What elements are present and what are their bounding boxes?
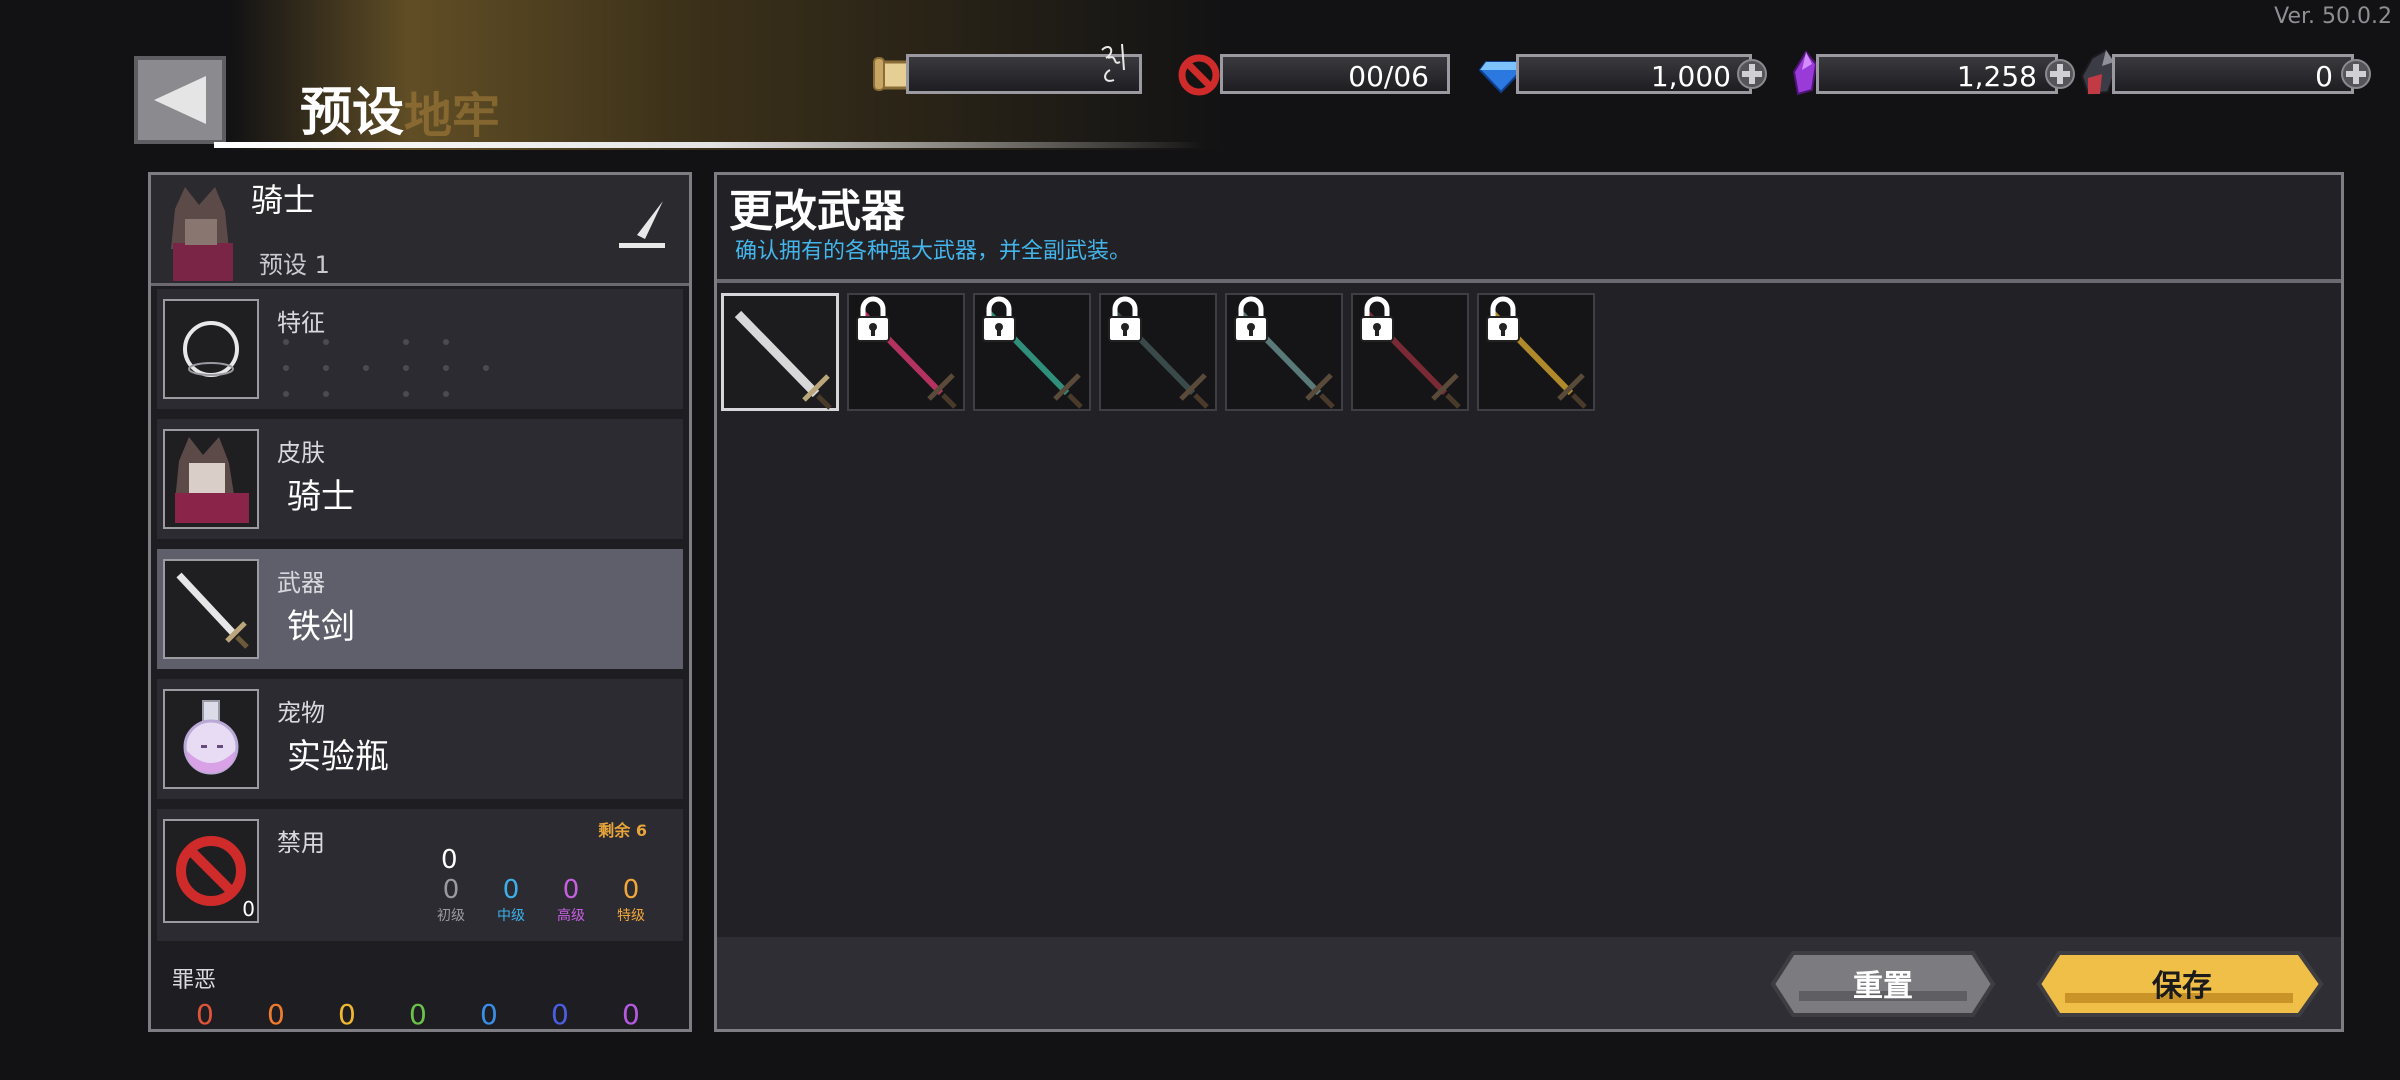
pet-slot-icon — [163, 689, 259, 789]
weapon-value: 铁剑 — [287, 607, 355, 647]
sin-value: 0 — [338, 998, 356, 1031]
ban-tier-high: 0 高级 — [557, 875, 585, 924]
weapon-slot-blood-sword[interactable] — [1351, 293, 1469, 411]
ban-icon — [1178, 54, 1220, 96]
panel-title: 更改武器 — [729, 186, 905, 237]
lock-icon — [1486, 296, 1520, 342]
trait-label: 特征 — [277, 309, 325, 337]
sin-value: 0 — [267, 998, 285, 1031]
preset-panel: 骑士 预设 1 特征 皮肤 骑士 武器 铁剑 宠物 实验瓶 0 禁用 剩余 6 … — [148, 172, 692, 1032]
lock-icon — [1234, 296, 1268, 342]
lock-icon — [856, 296, 890, 342]
weapon-slot-icon — [163, 559, 259, 659]
flask-pet-icon — [183, 700, 239, 775]
skin-row[interactable]: 皮肤 骑士 — [157, 419, 683, 539]
save-label: 保存 — [2152, 969, 2212, 1004]
version-label: Ver. 50.0.2 — [2274, 4, 2392, 29]
plus-icon — [2341, 59, 2371, 89]
currency-purple-value: 1,258 — [1956, 60, 2037, 93]
currency-scroll — [872, 43, 1152, 94]
header-underline — [214, 142, 1204, 148]
currency-dark-value: 0 — [2315, 60, 2333, 93]
sin-value: 0 — [622, 998, 640, 1031]
add-diamond-button[interactable] — [1736, 58, 1768, 90]
weapon-slot-iron-sword[interactable] — [721, 293, 839, 411]
ban-badge: 0 — [242, 897, 255, 921]
ban-tier-basic: 0 初级 — [437, 875, 465, 924]
currency-purple-bar: 1,258 — [1816, 54, 2058, 94]
add-purple-crystal-button[interactable] — [2044, 58, 2076, 90]
weapon-slot-crimson-blade[interactable] — [847, 293, 965, 411]
pet-label: 宠物 — [277, 699, 325, 727]
ban-tier-mid: 0 中级 — [497, 875, 525, 924]
lock-icon — [1108, 296, 1142, 342]
trait-row[interactable]: 特征 — [157, 289, 683, 409]
weapon-slot-jade-blade[interactable] — [973, 293, 1091, 411]
trait-slot-icon — [163, 299, 259, 399]
ban-tier-special: 0 特级 — [617, 875, 645, 924]
panel-divider — [717, 279, 2341, 283]
currency-diamond-bar: 1,000 — [1516, 54, 1752, 94]
currency-diamond: 1,000 — [1478, 54, 1770, 94]
knight-portrait-icon — [171, 187, 233, 281]
skin-label: 皮肤 — [277, 439, 325, 467]
lock-icon — [1360, 296, 1394, 342]
header-ghost-title: 地牢 — [404, 88, 501, 144]
weapon-label: 武器 — [277, 569, 325, 597]
skin-value: 骑士 — [287, 477, 355, 517]
weapon-slot-dark-spear[interactable] — [1099, 293, 1217, 411]
character-name: 骑士 — [251, 181, 316, 219]
page-title: 预设 — [300, 83, 405, 143]
weapon-slot-serrated-blade[interactable] — [1225, 293, 1343, 411]
weapon-row[interactable]: 武器 铁剑 — [157, 549, 683, 669]
skin-slot-icon — [163, 429, 259, 529]
sin-value: 0 — [409, 998, 427, 1031]
currency-dark: 0 — [2078, 48, 2372, 96]
empty-trait-icon — [183, 321, 239, 377]
iron-sword-icon — [176, 572, 249, 649]
ban-slot-icon: 0 — [163, 819, 259, 923]
weapon-slot-golden-blade[interactable] — [1477, 293, 1595, 411]
character-header: 骑士 预设 1 — [151, 175, 689, 286]
pet-row[interactable]: 宠物 实验瓶 — [157, 679, 683, 799]
ban-remaining: 剩余 6 — [598, 821, 647, 840]
scribble-mark — [1101, 43, 1125, 82]
preset-name: 预设 1 — [259, 251, 330, 279]
rename-pen-icon[interactable] — [617, 199, 669, 253]
add-dark-crystal-button[interactable] — [2340, 58, 2372, 90]
pet-value: 实验瓶 — [287, 737, 389, 777]
back-arrow-icon — [154, 76, 206, 124]
lock-icon — [982, 296, 1016, 342]
sin-value: 0 — [551, 998, 569, 1031]
knight-skin-icon — [175, 437, 249, 523]
ban-total: 0 — [441, 845, 458, 875]
currency-purple: 1,258 — [1786, 50, 2076, 96]
reset-button[interactable]: 重置 — [1769, 949, 1997, 1019]
iron-sword-icon — [734, 310, 832, 410]
currency-dark-bar: 0 — [2112, 54, 2354, 94]
currency-ban: 00/06 — [1176, 54, 1450, 96]
currency-ban-bar: 00/06 — [1220, 54, 1450, 94]
sin-value: 0 — [480, 998, 498, 1031]
currency-ban-value: 00/06 — [1348, 60, 1429, 93]
sin-value: 0 — [196, 998, 214, 1031]
currency-diamond-value: 1,000 — [1650, 60, 1731, 93]
plus-icon — [1737, 59, 1767, 89]
save-button[interactable]: 保存 — [2035, 949, 2324, 1019]
ban-label: 禁用 — [277, 829, 325, 857]
ban-row[interactable]: 0 禁用 剩余 6 0 0 初级 0 中级 0 高级 0 特级 — [157, 809, 683, 941]
back-button[interactable] — [134, 56, 226, 144]
plus-icon — [2045, 59, 2075, 89]
sin-label: 罪恶 — [172, 968, 217, 993]
reset-label: 重置 — [1853, 969, 1913, 1004]
weapon-select-panel: 更改武器 确认拥有的各种强大武器，并全副武装。 重置 保存 — [714, 172, 2344, 1032]
panel-subtitle: 确认拥有的各种强大武器，并全副武装。 — [735, 239, 1132, 264]
